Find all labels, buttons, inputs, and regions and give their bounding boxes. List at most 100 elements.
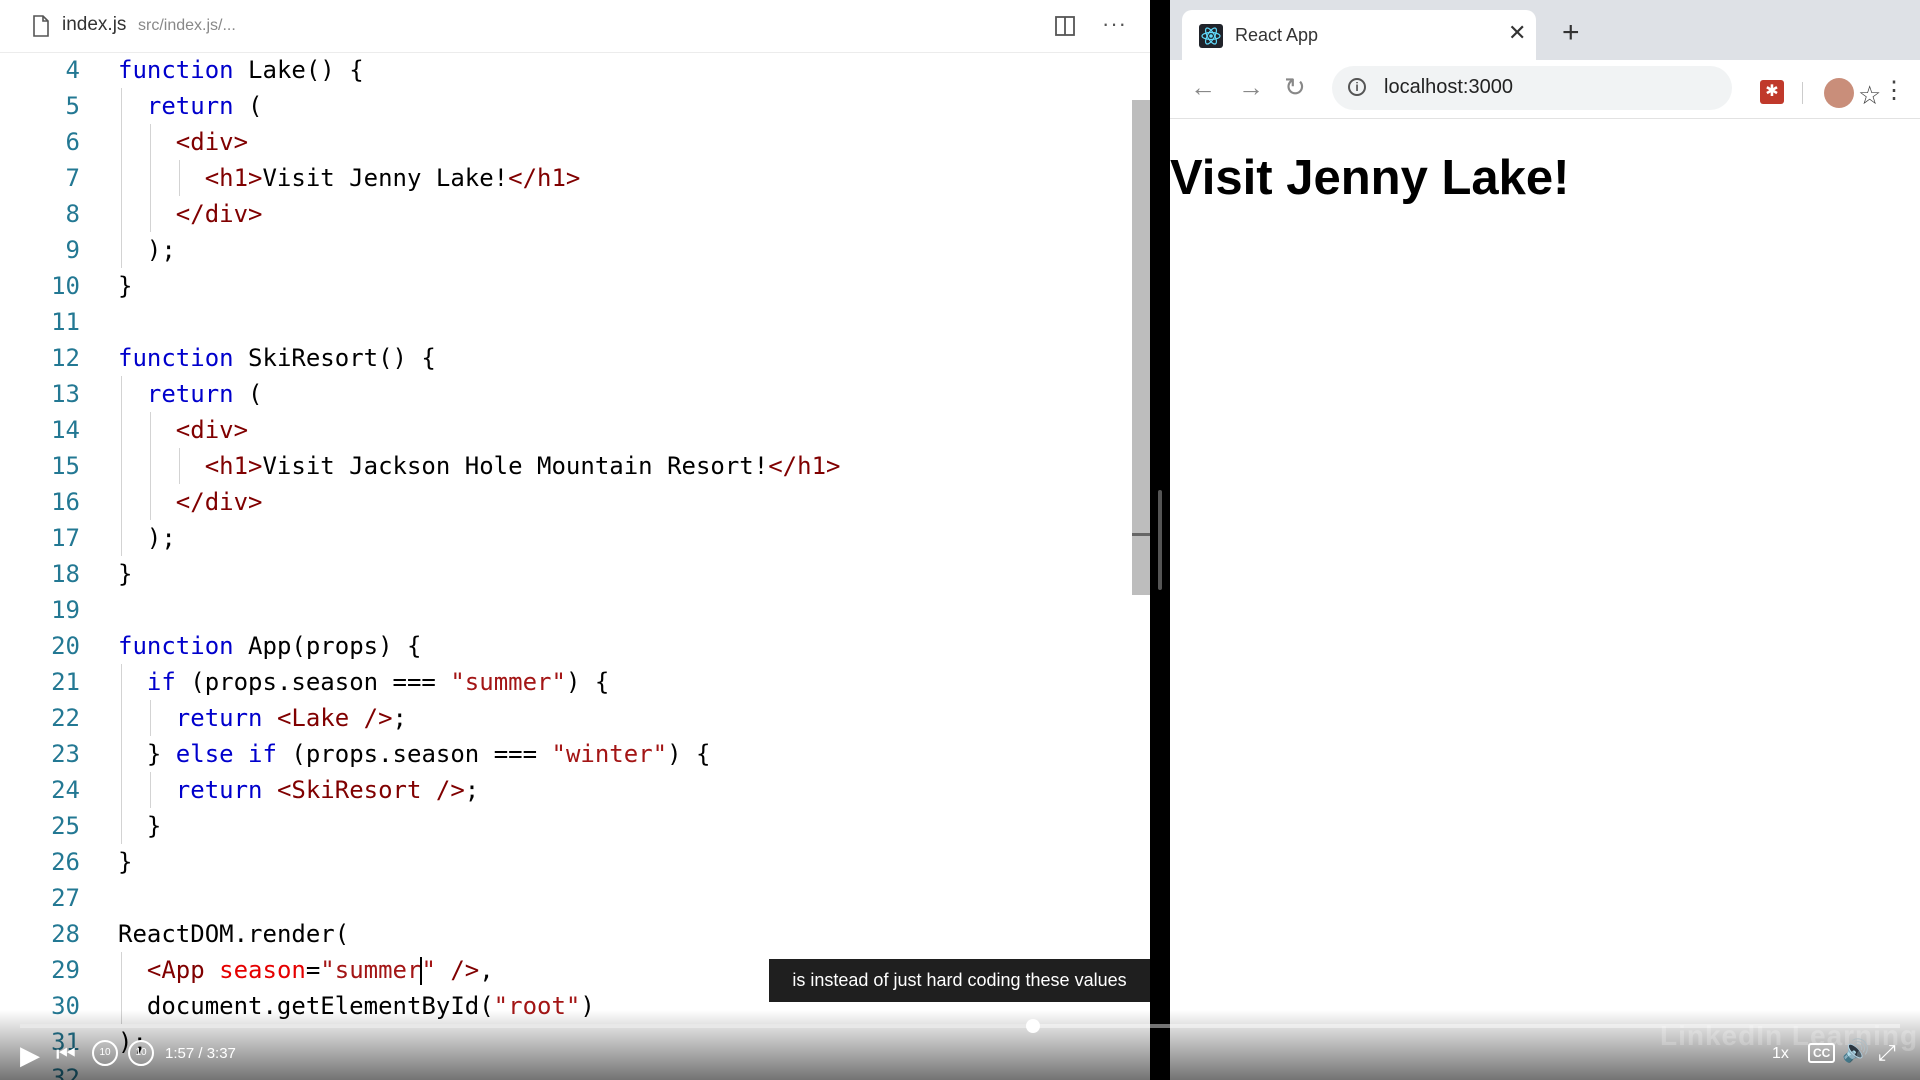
indent-guide	[121, 412, 122, 448]
fullscreen-exit-icon[interactable]: ⤢	[1878, 1040, 1896, 1066]
code-line[interactable]: 28 ReactDOM.render(	[0, 916, 1132, 952]
more-actions-icon[interactable]: ···	[1102, 11, 1127, 37]
code-token: "	[421, 956, 436, 984]
line-number: 28	[51, 920, 80, 948]
video-progress-bar[interactable]	[20, 1019, 1900, 1033]
code-token: </h1>	[508, 164, 581, 192]
line-number: 19	[51, 596, 80, 624]
closed-captions-icon[interactable]: CC	[1808, 1043, 1836, 1063]
site-info-icon[interactable]: i	[1348, 78, 1366, 96]
code-line[interactable]: 13 return (	[0, 376, 1132, 412]
code-token: =	[305, 956, 321, 984]
scrollbar-cursor-marker	[1132, 533, 1150, 536]
code-token: ,	[479, 956, 494, 984]
code-line[interactable]: 9);	[0, 232, 1132, 268]
split-editor-icon[interactable]	[1054, 15, 1076, 37]
forward-10-icon[interactable]: 10	[128, 1040, 154, 1066]
line-number: 17	[51, 524, 80, 552]
editor-scrollbar-thumb[interactable]	[1132, 100, 1150, 595]
code-line[interactable]: 7 <h1>Visit Jenny Lake!</h1>	[0, 160, 1132, 196]
line-number: 13	[51, 380, 80, 408]
line-number: 9	[65, 236, 80, 264]
browser-tab[interactable]: React App ✕	[1182, 10, 1536, 60]
previous-icon[interactable]: ⏮	[56, 1041, 76, 1067]
editor-tab-filename[interactable]: index.js	[62, 14, 126, 36]
new-tab-button[interactable]: +	[1562, 18, 1580, 48]
back-arrow-icon[interactable]: ←	[1190, 72, 1216, 103]
indent-guide	[121, 736, 122, 772]
code-line[interactable]: 10}	[0, 268, 1132, 304]
code-token: );	[146, 236, 176, 264]
indent-guide	[121, 952, 122, 988]
code-text: function Lake() {	[118, 52, 364, 88]
volume-icon[interactable]: 🔊	[1842, 1038, 1869, 1064]
code-text: <h1>Visit Jenny Lake!</h1>	[205, 160, 581, 196]
code-token: SkiResort() {	[233, 344, 436, 372]
forward-arrow-icon[interactable]: →	[1238, 72, 1264, 103]
profile-avatar[interactable]	[1824, 78, 1854, 108]
code-line[interactable]: 16 </div>	[0, 484, 1132, 520]
code-line[interactable]: 5 return (	[0, 88, 1132, 124]
code-line[interactable]: 14 <div>	[0, 412, 1132, 448]
code-line[interactable]: 20 function App(props) {	[0, 628, 1132, 664]
indent-guide	[121, 520, 122, 556]
code-line[interactable]: 22 return <Lake />;	[0, 700, 1132, 736]
indent-guide	[121, 160, 122, 196]
code-token: (props.season ===	[276, 740, 552, 768]
address-bar[interactable]: i localhost:3000 ☆	[1332, 66, 1881, 110]
code-line[interactable]: 23} else if (props.season === "winter") …	[0, 736, 1132, 772]
indent-guide	[149, 700, 151, 736]
code-token: }	[146, 740, 176, 768]
code-editor[interactable]: index.js src/index.js/... ··· 4 function …	[0, 0, 1150, 1080]
code-line[interactable]: 21 if (props.season === "summer") {	[0, 664, 1132, 700]
line-number: 23	[51, 740, 80, 768]
browser-menu-icon[interactable]: ⋮	[1882, 76, 1906, 105]
code-token: <h1>	[204, 164, 263, 192]
editor-tab-bar: index.js src/index.js/... ···	[0, 0, 1150, 53]
indent-guide	[121, 448, 122, 484]
code-line[interactable]: 27	[0, 880, 1132, 916]
split-divider-handle[interactable]	[1158, 490, 1162, 590]
browser-tab-title: React App	[1235, 25, 1319, 45]
code-line[interactable]: 15 <h1>Visit Jackson Hole Mountain Resort…	[0, 448, 1132, 484]
code-line[interactable]: 26}	[0, 844, 1132, 880]
code-area[interactable]: 4 function Lake() {5 return (6 <div> 7 <h1>Vi…	[0, 52, 1132, 1080]
extension-icon[interactable]: ✱	[1760, 80, 1784, 104]
indent-guide	[149, 484, 151, 520]
bookmark-star-icon[interactable]: ☆	[1858, 80, 1881, 111]
indent-guide	[149, 772, 151, 808]
code-token: Visit Jackson Hole Mountain Resort!	[262, 452, 769, 480]
line-number: 25	[51, 812, 80, 840]
code-token: return	[175, 776, 263, 804]
code-line[interactable]: 12 function SkiResort() {	[0, 340, 1132, 376]
rewind-10-icon[interactable]: 10	[92, 1040, 118, 1066]
code-line[interactable]: 4 function Lake() {	[0, 52, 1132, 88]
indent-guide	[121, 232, 122, 268]
reload-icon[interactable]: ↻	[1284, 72, 1306, 103]
indent-guide	[149, 160, 151, 196]
url-text[interactable]: localhost:3000	[1384, 76, 1513, 99]
indent-guide	[178, 448, 180, 484]
close-tab-icon[interactable]: ✕	[1508, 20, 1526, 46]
code-token: App(props) {	[233, 632, 422, 660]
indent-guide	[149, 448, 151, 484]
code-line[interactable]: 6 <div>	[0, 124, 1132, 160]
code-line[interactable]: 11	[0, 304, 1132, 340]
code-line[interactable]: 24 return <SkiResort />;	[0, 772, 1132, 808]
line-number: 29	[51, 956, 80, 984]
code-text: <App season="summer" />,	[147, 952, 494, 988]
line-number: 20	[51, 632, 80, 660]
play-icon[interactable]: ▶	[20, 1040, 40, 1071]
code-line[interactable]: 25}	[0, 808, 1132, 844]
code-text: <h1>Visit Jackson Hole Mountain Resort!<…	[205, 448, 841, 484]
code-line[interactable]: 18}	[0, 556, 1132, 592]
code-line[interactable]: 17);	[0, 520, 1132, 556]
code-line[interactable]: 8 </div>	[0, 196, 1132, 232]
playback-speed-button[interactable]: 1x	[1772, 1045, 1789, 1063]
code-line[interactable]: 19	[0, 592, 1132, 628]
line-number: 26	[51, 848, 80, 876]
